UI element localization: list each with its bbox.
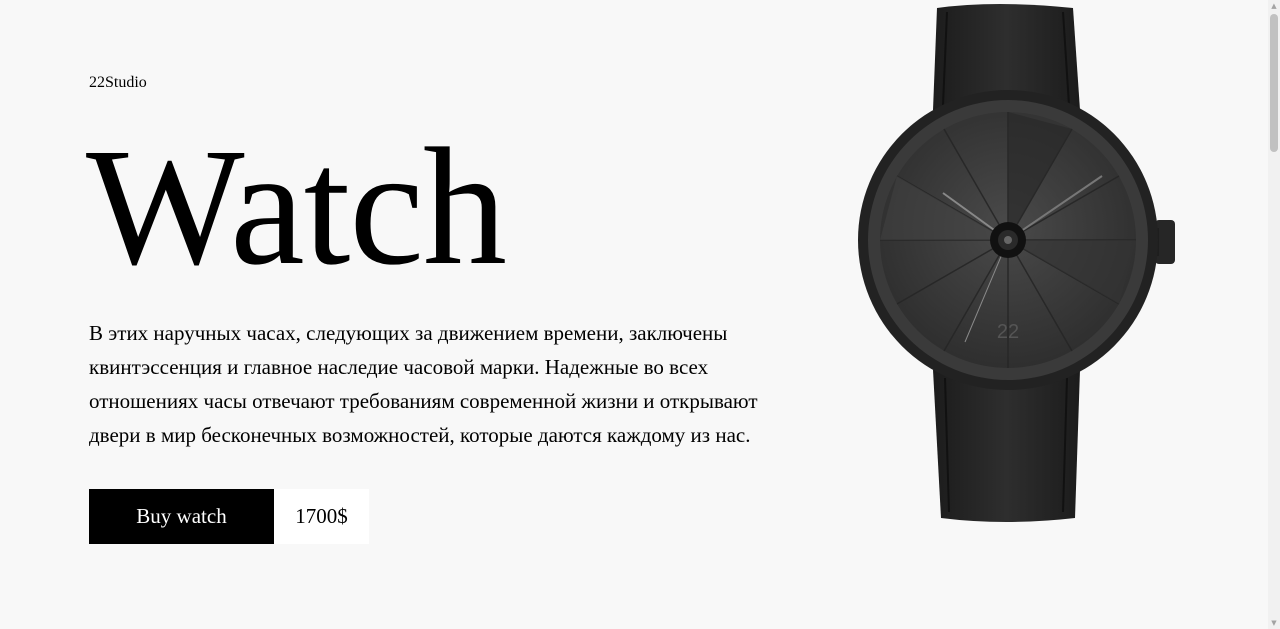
brand-logo[interactable]: 22Studio — [89, 73, 147, 93]
vertical-scrollbar[interactable]: ▲ ▼ — [1268, 0, 1280, 629]
scroll-down-icon[interactable]: ▼ — [1268, 617, 1280, 629]
product-description: В этих наручных часах, следующих за движ… — [89, 321, 758, 447]
buy-watch-button[interactable]: Buy watch — [89, 489, 274, 544]
purchase-actions: Buy watch 1700$ — [89, 489, 369, 544]
page-title: Watch — [86, 114, 507, 300]
scroll-up-icon[interactable]: ▲ — [1268, 0, 1280, 12]
scroll-thumb[interactable] — [1270, 14, 1278, 152]
dial-number: 22 — [997, 321, 1019, 343]
landing-page: 22Studio Watch В этих наручных часах, сл… — [0, 0, 1280, 629]
price-label: 1700$ — [274, 489, 369, 544]
watch-image: 22 — [858, 4, 1175, 522]
